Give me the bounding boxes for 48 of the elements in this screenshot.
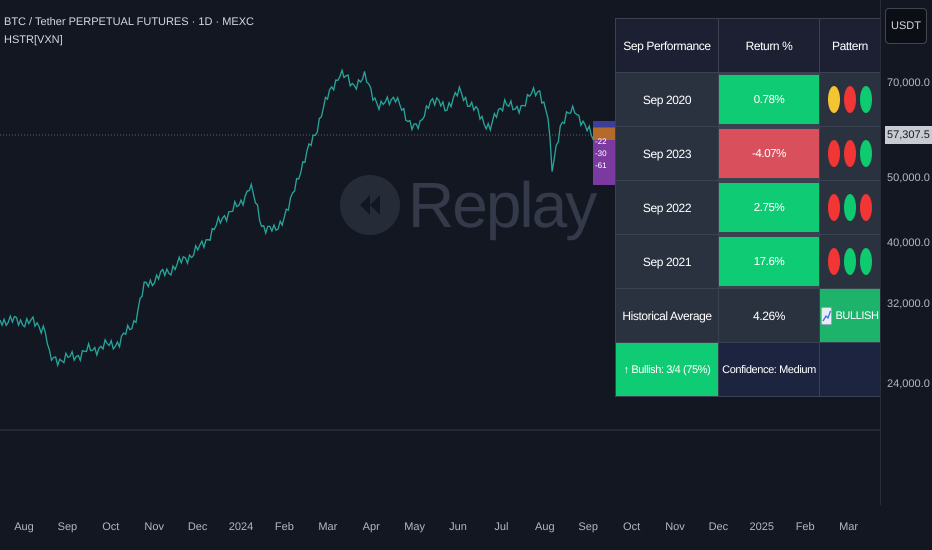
table-cell: Sep 2021 bbox=[616, 235, 718, 288]
time-label: Dec bbox=[708, 521, 728, 533]
return-cell: 2.75% bbox=[719, 183, 819, 232]
chart-up-icon bbox=[821, 306, 832, 324]
time-label: Jul bbox=[494, 521, 508, 533]
level-label: -61 bbox=[595, 160, 607, 170]
column-header: Return % bbox=[719, 19, 819, 72]
indicator-label: HSTR[VXN] bbox=[4, 34, 64, 46]
table-cell: 4.26% bbox=[719, 289, 819, 342]
time-label: May bbox=[404, 521, 425, 533]
time-label: Nov bbox=[665, 521, 685, 533]
symbol-title: BTC / Tether PERPETUAL FUTURES · 1D · MEXC bbox=[4, 16, 254, 28]
time-label: Apr bbox=[362, 521, 380, 533]
bullish-cell: ↑ Bullish: 3/4 (75%) bbox=[616, 343, 718, 396]
level-label: -30 bbox=[595, 148, 607, 158]
time-label: Sep bbox=[58, 521, 78, 533]
table-cell: Sep 2022 bbox=[616, 181, 718, 234]
return-cell: 0.78% bbox=[719, 75, 819, 124]
time-label: 2024 bbox=[228, 521, 254, 533]
column-header: Sep Performance bbox=[616, 19, 718, 72]
time-label: Aug bbox=[535, 521, 555, 533]
time-label: Sep bbox=[578, 521, 598, 533]
price-label: 50,000.0 bbox=[887, 172, 930, 184]
return-cell: -4.07% bbox=[719, 129, 819, 178]
table-cell: Sep 2020 bbox=[616, 73, 718, 126]
time-label: Feb bbox=[274, 521, 294, 533]
time-label: Nov bbox=[144, 521, 164, 533]
table-cell: Historical Average bbox=[616, 289, 718, 342]
currency-button[interactable]: USDT bbox=[885, 8, 927, 44]
confidence-cell: Confidence: Medium bbox=[719, 343, 819, 396]
time-label: Feb bbox=[796, 521, 815, 533]
price-label: 32,000.0 bbox=[887, 298, 930, 310]
price-label: 40,000.0 bbox=[887, 237, 930, 249]
price-label: 70,000.0 bbox=[887, 77, 930, 89]
return-cell: 17.6% bbox=[719, 237, 819, 286]
column-header: Pattern bbox=[820, 19, 880, 72]
time-label: Oct bbox=[623, 521, 640, 533]
time-label: 2025 bbox=[750, 521, 774, 533]
time-label: Mar bbox=[318, 521, 338, 533]
time-label: Aug bbox=[14, 521, 34, 533]
price-label: 24,000.0 bbox=[887, 378, 930, 390]
time-label: Oct bbox=[102, 521, 120, 533]
time-label: Dec bbox=[188, 521, 208, 533]
table-cell: Sep 2023 bbox=[616, 127, 718, 180]
signal-cell: BULLISH bbox=[820, 289, 880, 342]
time-label: Mar bbox=[839, 521, 858, 533]
time-label: Jun bbox=[449, 521, 467, 533]
last-price-label: 57,307.5 bbox=[885, 126, 932, 144]
